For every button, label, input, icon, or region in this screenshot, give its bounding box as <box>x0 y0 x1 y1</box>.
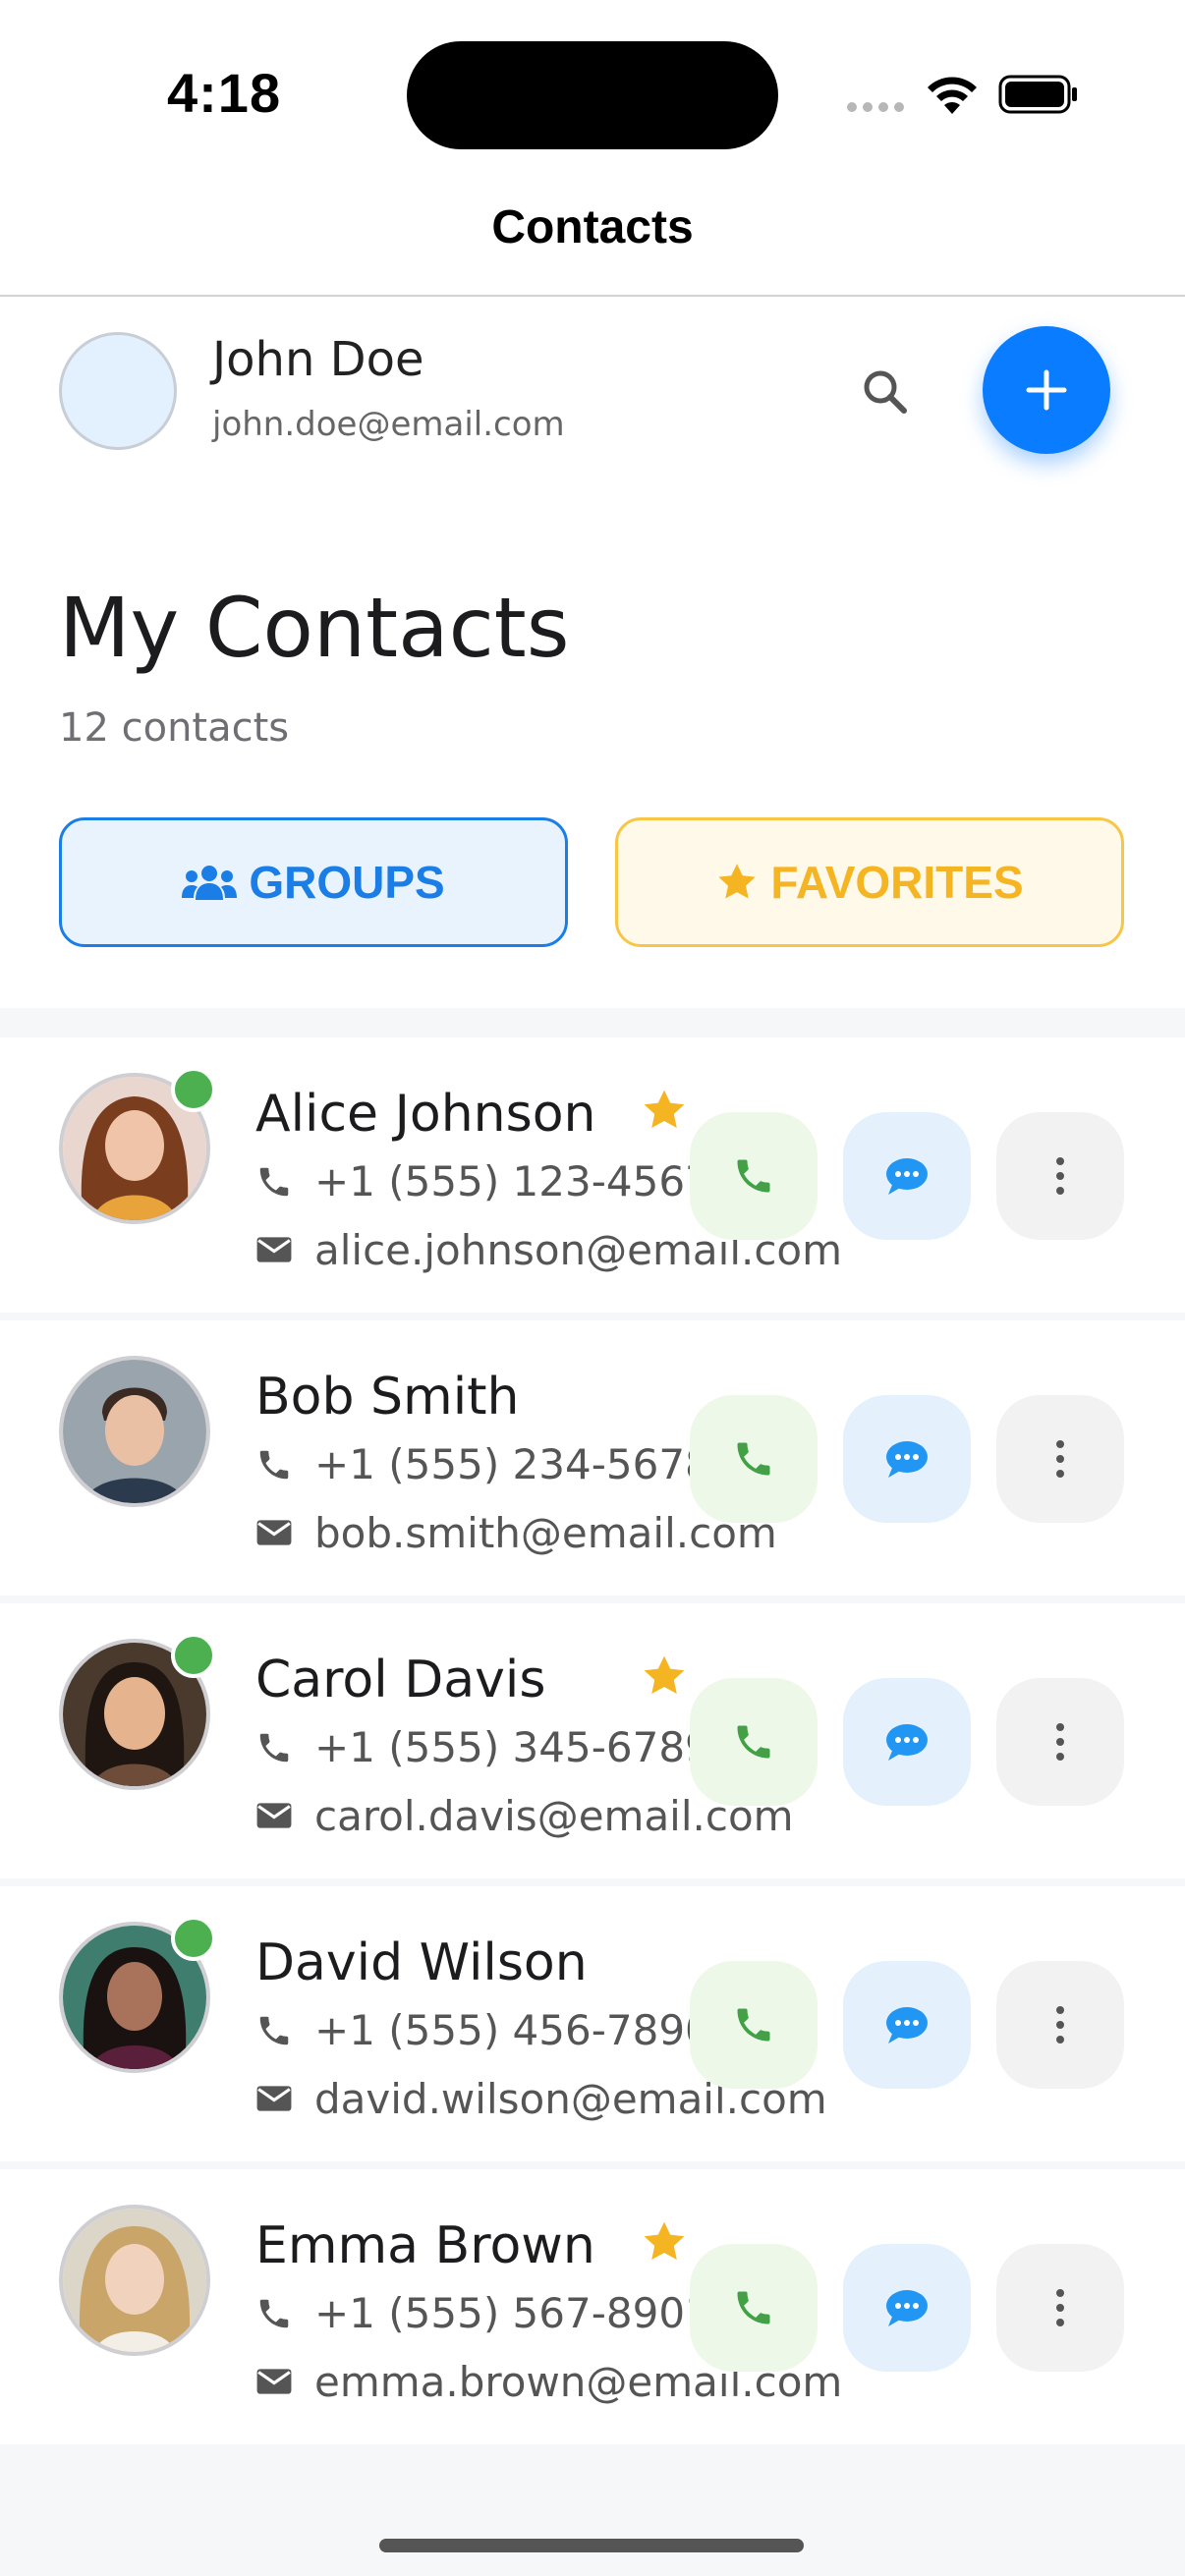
mail-icon <box>256 2369 292 2394</box>
contact-row[interactable]: David Wilson +1 (555) 456-7890 david.wil… <box>0 1886 1185 2161</box>
contact-name: Emma Brown <box>255 2216 595 2275</box>
mail-icon <box>256 1803 292 1828</box>
contact-name: Carol Davis <box>255 1651 546 1709</box>
contact-row[interactable]: Carol Davis +1 (555) 345-6789 carol.davi… <box>0 1603 1185 1878</box>
contact-row[interactable]: Alice Johnson +1 (555) 123-4567 alice.jo… <box>0 1037 1185 1313</box>
phone-icon <box>737 1725 770 1759</box>
plus-icon <box>1026 369 1067 411</box>
contact-name: Bob Smith <box>255 1368 520 1427</box>
message-button[interactable] <box>843 2244 971 2372</box>
phone-icon <box>737 1442 770 1476</box>
contact-phone: +1 (555) 456-7890 <box>314 2006 711 2054</box>
contact-row[interactable]: Bob Smith +1 (555) 234-5678 bob.smith@em… <box>0 1320 1185 1596</box>
contact-phone: +1 (555) 234-5678 <box>314 1440 711 1488</box>
contact-phone: +1 (555) 123-4567 <box>314 1157 711 1205</box>
contact-row[interactable]: Emma Brown +1 (555) 567-8901 emma.brown@… <box>0 2169 1185 2444</box>
star-icon <box>718 864 757 899</box>
favorite-star-icon <box>644 1090 685 1128</box>
battery-icon <box>998 75 1077 114</box>
contact-name: David Wilson <box>255 1933 588 1992</box>
call-button[interactable] <box>690 2244 818 2372</box>
chat-bubble-icon <box>886 1724 928 1761</box>
contacts-count: 12 contacts <box>59 705 290 751</box>
dynamic-island <box>407 41 778 149</box>
phone-icon <box>259 2299 289 2328</box>
phone-icon <box>259 1733 289 1763</box>
more-options-button[interactable] <box>996 1678 1124 1806</box>
online-status-indicator <box>171 1633 216 1678</box>
search-icon <box>864 370 907 414</box>
mail-icon <box>256 1237 292 1262</box>
mail-icon <box>256 1520 292 1545</box>
phone-icon <box>737 2291 770 2324</box>
users-icon <box>182 866 238 900</box>
contact-phone: +1 (555) 567-8901 <box>314 2289 711 2337</box>
groups-label: GROUPS <box>249 857 445 908</box>
more-options-button[interactable] <box>996 2244 1124 2372</box>
phone-icon <box>259 1450 289 1480</box>
message-button[interactable] <box>843 1961 971 2089</box>
contact-phone: +1 (555) 345-6789 <box>314 1723 711 1771</box>
more-vertical-icon <box>1056 2289 1064 2326</box>
status-bar: 4:18 <box>0 0 1185 177</box>
contact-list: Alice Johnson +1 (555) 123-4567 alice.jo… <box>0 1008 1185 2576</box>
status-time: 4:18 <box>167 62 282 124</box>
phone-icon <box>737 2008 770 2042</box>
message-button[interactable] <box>843 1678 971 1806</box>
user-email: john.doe@email.com <box>212 405 565 444</box>
call-button[interactable] <box>690 1961 818 2089</box>
online-status-indicator <box>171 1067 216 1112</box>
chat-bubble-icon <box>886 2007 928 2044</box>
user-avatar[interactable] <box>59 332 177 450</box>
more-options-button[interactable] <box>996 1395 1124 1523</box>
message-button[interactable] <box>843 1112 971 1240</box>
contact-avatar <box>59 1356 210 1507</box>
more-vertical-icon <box>1056 1157 1064 1195</box>
call-button[interactable] <box>690 1395 818 1523</box>
more-vertical-icon <box>1056 2006 1064 2044</box>
more-vertical-icon <box>1056 1723 1064 1761</box>
groups-button[interactable]: GROUPS <box>59 817 568 947</box>
favorite-star-icon <box>644 2221 685 2260</box>
contact-email: bob.smith@email.com <box>314 1509 777 1557</box>
chat-bubble-icon <box>886 1158 928 1195</box>
user-name: John Doe <box>212 332 424 387</box>
phone-icon <box>737 1159 770 1193</box>
favorites-label: FAVORITES <box>770 857 1024 908</box>
section-title: My Contacts <box>59 580 570 676</box>
wifi-icon <box>928 77 977 114</box>
contact-name: Alice Johnson <box>255 1085 596 1144</box>
page-title: Contacts <box>491 201 694 253</box>
chat-bubble-icon <box>886 1441 928 1478</box>
online-status-indicator <box>171 1916 216 1961</box>
phone-icon <box>259 1167 289 1197</box>
header-divider <box>0 295 1185 297</box>
favorites-button[interactable]: FAVORITES <box>615 817 1124 947</box>
more-vertical-icon <box>1056 1440 1064 1478</box>
search-button[interactable] <box>851 358 920 426</box>
contact-avatar <box>59 2205 210 2356</box>
home-indicator[interactable] <box>379 2539 804 2552</box>
add-contact-button[interactable] <box>983 326 1110 454</box>
favorite-star-icon <box>644 1655 685 1694</box>
message-button[interactable] <box>843 1395 971 1523</box>
more-options-button[interactable] <box>996 1961 1124 2089</box>
call-button[interactable] <box>690 1112 818 1240</box>
more-options-button[interactable] <box>996 1112 1124 1240</box>
call-button[interactable] <box>690 1678 818 1806</box>
phone-icon <box>259 2016 289 2045</box>
chat-bubble-icon <box>886 2290 928 2326</box>
cellular-signal-icon <box>847 102 904 112</box>
mail-icon <box>256 2086 292 2111</box>
